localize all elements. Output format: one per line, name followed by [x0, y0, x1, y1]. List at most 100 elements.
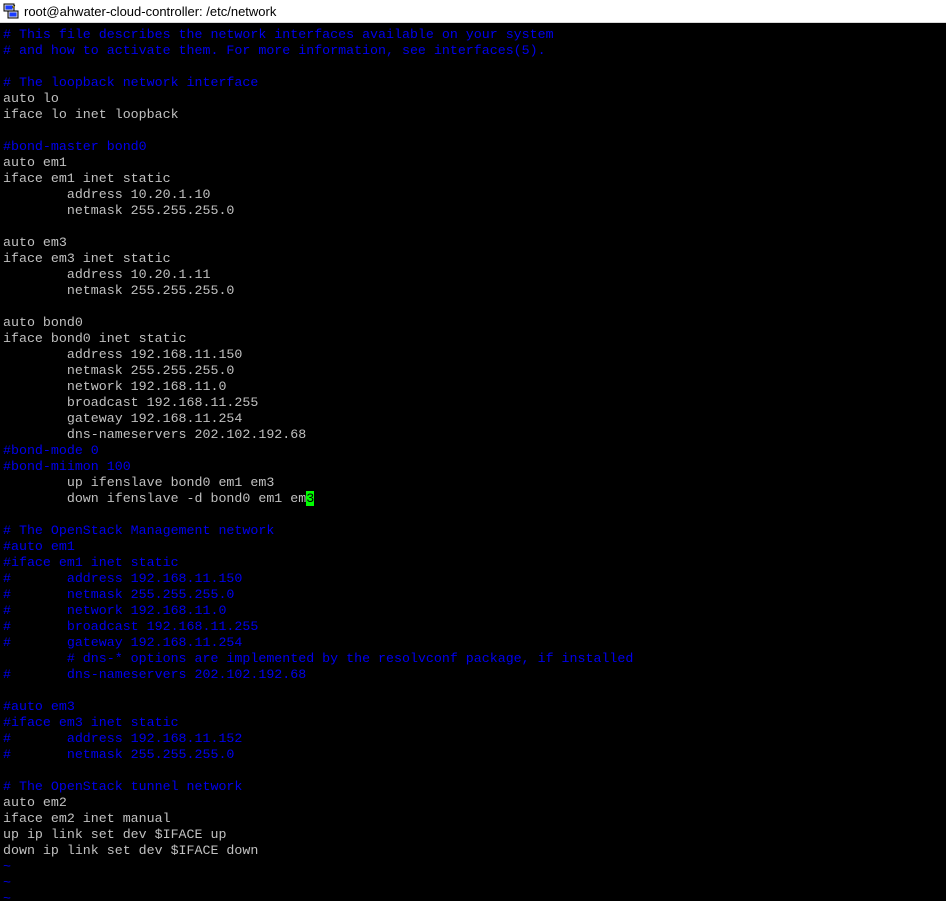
line-text: address 10.20.1.10 [3, 187, 211, 202]
file-line: # The OpenStack Management network [0, 523, 946, 539]
line-text: #bond-master bond0 [3, 139, 147, 154]
file-line [0, 763, 946, 779]
line-text: down ifenslave -d bond0 em1 em [3, 491, 307, 506]
line-text: # broadcast 192.168.11.255 [3, 619, 259, 634]
line-text: #bond-miimon 100 [3, 459, 131, 474]
file-line: netmask 255.255.255.0 [0, 283, 946, 299]
line-text: # The loopback network interface [3, 75, 259, 90]
line-text: # network 192.168.11.0 [3, 603, 227, 618]
file-line: broadcast 192.168.11.255 [0, 395, 946, 411]
file-line [0, 299, 946, 315]
file-line: auto em1 [0, 155, 946, 171]
line-text: # address 192.168.11.152 [3, 731, 243, 746]
line-text: ~ [3, 875, 11, 890]
line-text: up ip link set dev $IFACE up [3, 827, 227, 842]
file-line: up ifenslave bond0 em1 em3 [0, 475, 946, 491]
file-line: address 10.20.1.11 [0, 267, 946, 283]
file-line: #bond-mode 0 [0, 443, 946, 459]
text-cursor: 3 [306, 491, 315, 506]
line-text: netmask 255.255.255.0 [3, 203, 235, 218]
title-bar[interactable]: root@ahwater-cloud-controller: /etc/netw… [0, 0, 946, 23]
file-line: # The loopback network interface [0, 75, 946, 91]
line-text: down ip link set dev $IFACE down [3, 843, 259, 858]
line-text: netmask 255.255.255.0 [3, 283, 235, 298]
line-text: auto bond0 [3, 315, 83, 330]
line-text: #auto em1 [3, 539, 75, 554]
line-text: # gateway 192.168.11.254 [3, 635, 243, 650]
file-line: # and how to activate them. For more inf… [0, 43, 946, 59]
file-line [0, 683, 946, 699]
line-text: iface em2 inet manual [3, 811, 171, 826]
file-line: # address 192.168.11.152 [0, 731, 946, 747]
line-text: # The OpenStack Management network [3, 523, 275, 538]
file-line: gateway 192.168.11.254 [0, 411, 946, 427]
file-line [0, 219, 946, 235]
line-text: iface em3 inet static [3, 251, 171, 266]
file-line: # The OpenStack tunnel network [0, 779, 946, 795]
file-line: # netmask 255.255.255.0 [0, 747, 946, 763]
terminal-window: root@ahwater-cloud-controller: /etc/netw… [0, 0, 946, 901]
file-line: #bond-miimon 100 [0, 459, 946, 475]
putty-icon[interactable] [3, 3, 19, 19]
file-line: iface bond0 inet static [0, 331, 946, 347]
terminal-content[interactable]: # This file describes the network interf… [0, 27, 946, 901]
file-line: # dns-nameservers 202.102.192.68 [0, 667, 946, 683]
file-line: # netmask 255.255.255.0 [0, 587, 946, 603]
line-text: up ifenslave bond0 em1 em3 [3, 475, 275, 490]
file-line: auto em3 [0, 235, 946, 251]
file-line: # This file describes the network interf… [0, 27, 946, 43]
line-text: # netmask 255.255.255.0 [3, 587, 235, 602]
file-line: #iface em1 inet static [0, 555, 946, 571]
line-text: #bond-mode 0 [3, 443, 99, 458]
line-text: # dns-* options are implemented by the r… [3, 651, 634, 666]
file-line: address 10.20.1.10 [0, 187, 946, 203]
line-text: address 192.168.11.150 [3, 347, 243, 362]
line-text: # The OpenStack tunnel network [3, 779, 243, 794]
file-line: iface em2 inet manual [0, 811, 946, 827]
file-line: #iface em3 inet static [0, 715, 946, 731]
line-text: # netmask 255.255.255.0 [3, 747, 235, 762]
line-text: iface em1 inet static [3, 171, 171, 186]
empty-line-marker: ~ [0, 875, 946, 891]
file-line [0, 59, 946, 75]
line-text: gateway 192.168.11.254 [3, 411, 243, 426]
file-line: # address 192.168.11.150 [0, 571, 946, 587]
file-line: #auto em1 [0, 539, 946, 555]
file-line [0, 123, 946, 139]
file-line: auto bond0 [0, 315, 946, 331]
line-text: ~ [3, 891, 11, 901]
file-line: netmask 255.255.255.0 [0, 203, 946, 219]
file-line: network 192.168.11.0 [0, 379, 946, 395]
file-line: #auto em3 [0, 699, 946, 715]
line-text: auto em3 [3, 235, 67, 250]
file-line: auto lo [0, 91, 946, 107]
file-line: # network 192.168.11.0 [0, 603, 946, 619]
empty-line-marker: ~ [0, 891, 946, 901]
line-text: network 192.168.11.0 [3, 379, 227, 394]
file-line: netmask 255.255.255.0 [0, 363, 946, 379]
file-line: up ip link set dev $IFACE up [0, 827, 946, 843]
file-line: iface em1 inet static [0, 171, 946, 187]
line-text: # and how to activate them. For more inf… [3, 43, 546, 58]
file-line: dns-nameservers 202.102.192.68 [0, 427, 946, 443]
line-text: # dns-nameservers 202.102.192.68 [3, 667, 307, 682]
line-text: #iface em1 inet static [3, 555, 179, 570]
line-text: ~ [3, 859, 11, 874]
line-text: broadcast 192.168.11.255 [3, 395, 259, 410]
line-text: #iface em3 inet static [3, 715, 179, 730]
file-line: # broadcast 192.168.11.255 [0, 619, 946, 635]
window-title: root@ahwater-cloud-controller: /etc/netw… [24, 3, 277, 19]
line-text: netmask 255.255.255.0 [3, 363, 235, 378]
line-text: # This file describes the network interf… [3, 27, 554, 42]
file-line: # dns-* options are implemented by the r… [0, 651, 946, 667]
line-text: # address 192.168.11.150 [3, 571, 243, 586]
line-text: iface bond0 inet static [3, 331, 187, 346]
line-text: dns-nameservers 202.102.192.68 [3, 427, 307, 442]
empty-line-marker: ~ [0, 859, 946, 875]
line-text: address 10.20.1.11 [3, 267, 211, 282]
file-line: down ifenslave -d bond0 em1 em3 [0, 491, 946, 507]
line-text: iface lo inet loopback [3, 107, 179, 122]
file-line: down ip link set dev $IFACE down [0, 843, 946, 859]
file-line: address 192.168.11.150 [0, 347, 946, 363]
file-line: # gateway 192.168.11.254 [0, 635, 946, 651]
